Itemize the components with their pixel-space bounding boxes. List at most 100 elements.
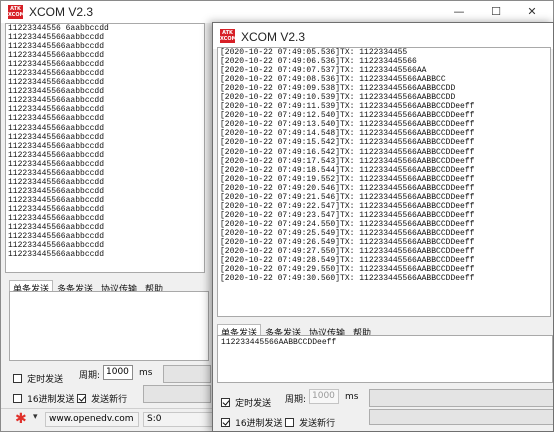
period-label: 周期: [285, 395, 307, 405]
receive-line: 112233445566aabbccdd [8, 33, 105, 43]
minimize-button[interactable]: — [444, 1, 474, 23]
receive-line: 112233445566aabbccdd [8, 168, 105, 178]
receive-line: [2020-10-22 07:49:21.546]TX: 11223344556… [220, 192, 475, 202]
maximize-button[interactable]: ☐ [481, 1, 511, 23]
send-newline-label: 发送新行 [299, 419, 336, 429]
send-newline-check[interactable] [77, 394, 86, 403]
receive-line: [2020-10-22 07:49:15.542]TX: 11223344556… [220, 138, 475, 148]
hex-send-check[interactable] [221, 418, 230, 427]
receive-line: [2020-10-22 07:49:09.538]TX: 11223344556… [220, 84, 456, 94]
receive-line: 112233445566aabbccdd [8, 232, 105, 242]
receive-line: 112233445566aabbccdd [8, 159, 105, 169]
receive-text: 11223344556 6aabbccdd 112233445566aabbccd… [6, 24, 204, 259]
timed-send-check[interactable] [13, 374, 22, 383]
close-button[interactable]: ✕ [517, 1, 547, 23]
send-tabs: 单条发送 多条发送 协议传输 帮助 [9, 277, 167, 295]
send-newline-check[interactable] [285, 418, 294, 427]
receive-line: 112233445566aabbccdd [8, 141, 105, 151]
title-bar[interactable]: ATK XCOM XCOM V2.3 [213, 23, 553, 49]
send-input[interactable]: 112233445566AABBCCDDeeff [217, 335, 553, 383]
window-title: XCOM V2.3 [29, 5, 94, 19]
period-input[interactable]: 1000 [103, 365, 133, 380]
receive-line: 112233445566aabbccdd [8, 123, 105, 133]
receive-line: 112233445566aabbccdd [8, 223, 105, 233]
progress-area [369, 409, 553, 425]
receive-line: [2020-10-22 07:49:12.540]TX: 11223344556… [220, 111, 475, 121]
send-newline-label: 发送新行 [91, 395, 128, 405]
send-input[interactable] [9, 291, 209, 361]
receive-line: [2020-10-22 07:49:14.548]TX: 11223344556… [220, 129, 475, 139]
receive-line: 112233445566aabbccdd [8, 177, 105, 187]
dropdown-arrow-icon[interactable]: ▾ [33, 412, 38, 422]
receive-line: [2020-10-22 07:49:16.542]TX: 11223344556… [220, 147, 475, 157]
receive-line: 11223344556 6aabbccdd [8, 24, 109, 33]
receive-line: 112233445566aabbccdd [8, 213, 105, 223]
receive-line: 112233445566aabbccdd [8, 78, 105, 88]
receive-line: 112233445566aabbccdd [8, 60, 105, 70]
timed-send-label: 定时发送 [235, 399, 272, 409]
hex-send-checkbox[interactable]: 16进制发送 [221, 411, 283, 430]
progress-area [143, 385, 211, 403]
receive-line: 112233445566aabbccdd [8, 204, 105, 214]
hex-send-check[interactable] [13, 394, 22, 403]
receive-line: [2020-10-22 07:49:17.543]TX: 11223344556… [220, 156, 475, 166]
receive-line: [2020-10-22 07:49:07.537]TX: 11223344556… [220, 66, 427, 76]
sent-count: S:0 [143, 412, 213, 427]
ms-label: ms [345, 392, 359, 402]
receive-area[interactable]: 11223344556 6aabbccdd 112233445566aabbccd… [5, 23, 205, 273]
timed-send-check[interactable] [221, 398, 230, 407]
title-bar[interactable]: ATK XCOM XCOM V2.3 — ☐ ✕ [1, 1, 553, 23]
receive-line: [2020-10-22 07:49:28.549]TX: 11223344556… [220, 256, 475, 266]
receive-text: [2020-10-22 07:49:05.536]TX: 1122334455[… [218, 48, 550, 283]
receive-line: [2020-10-22 07:49:19.552]TX: 11223344556… [220, 174, 475, 184]
receive-line: [2020-10-22 07:49:06.536]TX: 11223344556… [220, 57, 417, 67]
receive-line: 112233445566aabbccdd [8, 250, 105, 260]
xcom-logo-icon: ATK XCOM [220, 29, 237, 43]
receive-line: [2020-10-22 07:49:13.540]TX: 11223344556… [220, 120, 475, 130]
receive-line: [2020-10-22 07:49:08.536]TX: 11223344556… [220, 75, 446, 85]
send-button-area[interactable] [369, 389, 553, 407]
receive-line: [2020-10-22 07:49:22.547]TX: 11223344556… [220, 201, 475, 211]
receive-area[interactable]: [2020-10-22 07:49:05.536]TX: 1122334455[… [217, 47, 551, 317]
timed-send-checkbox[interactable]: 定时发送 [221, 391, 271, 410]
receive-line: 112233445566aabbccdd [8, 105, 105, 115]
receive-line: [2020-10-22 07:49:24.550]TX: 11223344556… [220, 219, 475, 229]
receive-line: [2020-10-22 07:49:20.546]TX: 11223344556… [220, 183, 475, 193]
receive-line: [2020-10-22 07:49:25.549]TX: 11223344556… [220, 228, 475, 238]
receive-line: 112233445566aabbccdd [8, 96, 105, 106]
receive-line: 112233445566aabbccdd [8, 132, 105, 142]
receive-line: [2020-10-22 07:49:29.550]TX: 11223344556… [220, 265, 475, 275]
receive-line: [2020-10-22 07:49:26.549]TX: 11223344556… [220, 237, 475, 247]
xcom-logo-icon: ATK XCOM [8, 5, 25, 19]
period-label: 周期: [79, 371, 101, 381]
window-title: XCOM V2.3 [241, 30, 306, 44]
receive-line: 112233445566aabbccdd [8, 69, 105, 79]
send-tabs: 单条发送 多条发送 协议传输 帮助 [217, 321, 375, 339]
receive-line: [2020-10-22 07:49:10.539]TX: 11223344556… [220, 93, 456, 103]
receive-line: 112233445566aabbccdd [8, 42, 105, 52]
receive-line: [2020-10-22 07:49:30.560]TX: 11223344556… [220, 274, 475, 284]
receive-line: [2020-10-22 07:49:18.544]TX: 11223344556… [220, 165, 475, 175]
receive-line: 112233445566aabbccdd [8, 87, 105, 97]
receive-line: 112233445566aabbccdd [8, 241, 105, 251]
settings-gear-icon[interactable]: ✱ [15, 412, 27, 426]
hex-send-checkbox[interactable]: 16进制发送 [13, 387, 75, 406]
send-button-area[interactable] [163, 365, 211, 383]
receive-line: 112233445566aabbccdd [8, 51, 105, 61]
timed-send-label: 定时发送 [27, 375, 64, 385]
receive-line: 112233445566aabbccdd [8, 150, 105, 160]
hex-send-label: 16进制发送 [235, 419, 283, 429]
website-link[interactable]: www.openedv.com [45, 412, 139, 427]
hex-send-label: 16进制发送 [27, 395, 75, 405]
receive-line: 112233445566aabbccdd [8, 186, 105, 196]
period-input[interactable]: 1000 [309, 389, 339, 404]
xcom-window-foreground[interactable]: ATK XCOM XCOM V2.3 [2020-10-22 07:49:05.5… [212, 22, 554, 432]
receive-line: [2020-10-22 07:49:05.536]TX: 1122334455 [220, 48, 408, 57]
send-newline-checkbox[interactable]: 发送新行 [77, 387, 127, 406]
ms-label: ms [139, 368, 153, 378]
receive-line: [2020-10-22 07:49:23.547]TX: 11223344556… [220, 210, 475, 220]
receive-line: [2020-10-22 07:49:11.539]TX: 11223344556… [220, 102, 475, 112]
receive-line: 112233445566aabbccdd [8, 114, 105, 124]
send-newline-checkbox[interactable]: 发送新行 [285, 411, 335, 430]
timed-send-checkbox[interactable]: 定时发送 [13, 367, 63, 386]
